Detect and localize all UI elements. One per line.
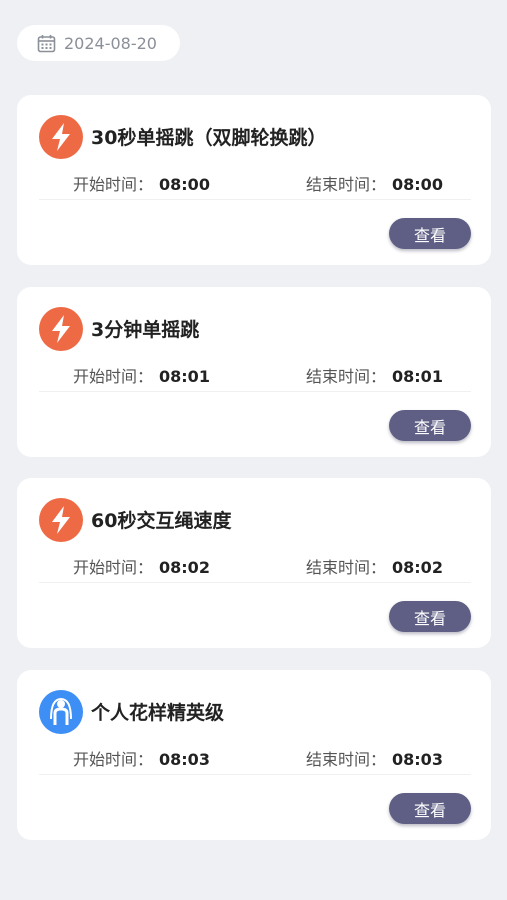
start-value: 08:02	[159, 558, 210, 577]
end-time: 结束时间： 08:00	[306, 171, 443, 195]
divider	[39, 391, 471, 392]
start-label: 开始时间：	[73, 175, 154, 194]
divider	[39, 774, 471, 775]
date-filter[interactable]: 2024-08-20	[17, 25, 180, 61]
end-value: 08:00	[392, 175, 443, 194]
lightning-icon	[39, 498, 83, 542]
start-time: 开始时间： 08:02	[73, 554, 210, 578]
view-button[interactable]: 查看	[389, 218, 471, 249]
view-button[interactable]: 查看	[389, 793, 471, 824]
activity-card: 个人花样精英级 开始时间： 08:03 结束时间： 08:03 查看	[17, 670, 491, 840]
end-label: 结束时间：	[306, 750, 387, 769]
end-time: 结束时间： 08:03	[306, 746, 443, 770]
start-label: 开始时间：	[73, 750, 154, 769]
activity-title: 60秒交互绳速度	[91, 510, 232, 532]
end-label: 结束时间：	[306, 175, 387, 194]
view-button[interactable]: 查看	[389, 601, 471, 632]
activity-title: 3分钟单摇跳	[91, 319, 200, 341]
end-value: 08:01	[392, 367, 443, 386]
activity-card: 60秒交互绳速度 开始时间： 08:02 结束时间： 08:02 查看	[17, 478, 491, 648]
lightning-icon	[39, 307, 83, 351]
end-value: 08:03	[392, 750, 443, 769]
activity-title: 30秒单摇跳（双脚轮换跳）	[91, 127, 327, 149]
end-time: 结束时间： 08:02	[306, 554, 443, 578]
start-value: 08:00	[159, 175, 210, 194]
start-value: 08:01	[159, 367, 210, 386]
divider	[39, 582, 471, 583]
start-time: 开始时间： 08:03	[73, 746, 210, 770]
lightning-icon	[39, 115, 83, 159]
date-text: 2024-08-20	[64, 33, 157, 53]
start-value: 08:03	[159, 750, 210, 769]
end-label: 结束时间：	[306, 558, 387, 577]
activity-title: 个人花样精英级	[91, 702, 225, 724]
end-value: 08:02	[392, 558, 443, 577]
divider	[39, 199, 471, 200]
calendar-icon	[37, 34, 56, 53]
end-label: 结束时间：	[306, 367, 387, 386]
start-label: 开始时间：	[73, 558, 154, 577]
activity-card: 3分钟单摇跳 开始时间： 08:01 结束时间： 08:01 查看	[17, 287, 491, 457]
jump-rope-person-icon	[39, 690, 83, 734]
view-button[interactable]: 查看	[389, 410, 471, 441]
end-time: 结束时间： 08:01	[306, 363, 443, 387]
start-time: 开始时间： 08:01	[73, 363, 210, 387]
start-time: 开始时间： 08:00	[73, 171, 210, 195]
start-label: 开始时间：	[73, 367, 154, 386]
activity-card: 30秒单摇跳（双脚轮换跳） 开始时间： 08:00 结束时间： 08:00 查看	[17, 95, 491, 265]
